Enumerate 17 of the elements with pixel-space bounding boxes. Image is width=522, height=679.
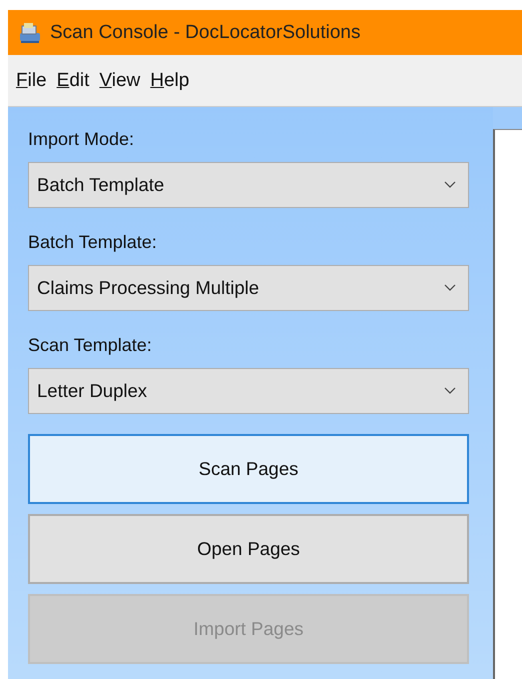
menu-item[interactable]: Edit bbox=[56, 70, 90, 92]
window-title: Scan Console - DocLocatorSolutions bbox=[50, 22, 361, 44]
dropdown[interactable]: Letter Duplex bbox=[28, 368, 469, 414]
menu-item[interactable]: Help bbox=[150, 70, 190, 92]
chevron-down-icon bbox=[444, 181, 456, 189]
field-label: Import Mode: bbox=[28, 129, 136, 150]
field-label: Batch Template: bbox=[28, 232, 158, 253]
scanner-icon bbox=[18, 22, 42, 44]
dropdown[interactable]: Claims Processing Multiple bbox=[28, 265, 469, 311]
chevron-down-icon bbox=[444, 284, 456, 292]
action-button[interactable]: Scan Pages bbox=[28, 434, 469, 504]
dropdown[interactable]: Batch Template bbox=[28, 162, 469, 208]
chevron-down-icon bbox=[444, 387, 456, 395]
action-button[interactable]: Open Pages bbox=[28, 514, 469, 584]
menu-item[interactable]: View bbox=[99, 70, 140, 92]
menu-item[interactable]: File bbox=[16, 70, 47, 92]
field-label: Scan Template: bbox=[28, 335, 153, 356]
